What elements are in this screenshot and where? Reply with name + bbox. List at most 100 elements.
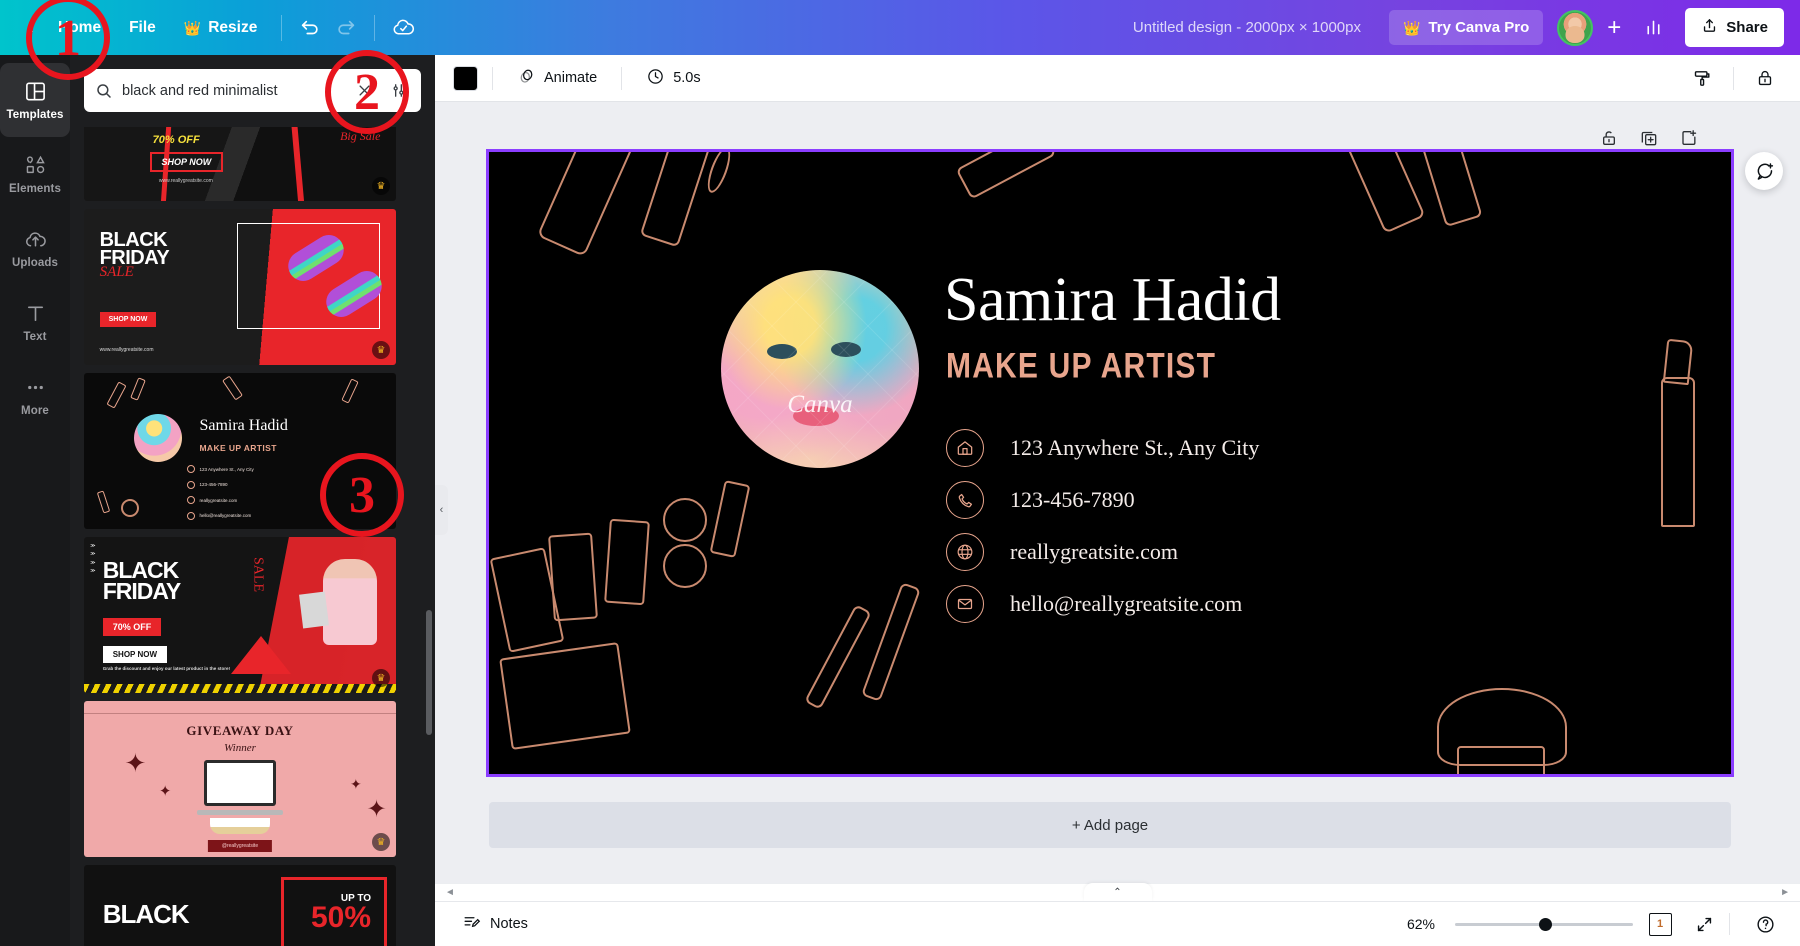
notes-button[interactable]: Notes xyxy=(453,907,537,942)
template-email: hello@reallygreatsite.com xyxy=(199,513,252,519)
decorative-mascara-2 xyxy=(639,152,715,248)
bar-chart-icon[interactable] xyxy=(1635,10,1671,46)
decorative-sparkle-3: ✦ xyxy=(349,775,362,792)
contact-row-website[interactable]: reallygreatsite.com xyxy=(946,526,1259,578)
duplicate-page-icon[interactable] xyxy=(1638,127,1660,149)
sidebar-item-templates[interactable]: Templates xyxy=(0,63,70,137)
template-card-black-friday-slippers[interactable]: BLACK FRIDAY SALE SHOP NOW www.reallygre… xyxy=(84,209,396,365)
phone-icon xyxy=(946,481,984,519)
design-canvas[interactable]: Canva Samira Hadid MAKE UP ARTIST 123 An… xyxy=(486,149,1734,777)
notes-label: Notes xyxy=(490,916,528,932)
duration-label: 5.0s xyxy=(673,70,701,86)
contact-phone: 123-456-7890 xyxy=(1010,487,1135,512)
toolbar-divider xyxy=(492,66,493,90)
sliders-filter-icon[interactable] xyxy=(385,78,411,104)
cloud-saved-icon[interactable] xyxy=(385,10,421,46)
duration-button[interactable]: 5.0s xyxy=(636,61,710,96)
notes-icon xyxy=(462,913,481,936)
decorative-lipstick-right xyxy=(1661,377,1695,527)
zoom-percent: 62% xyxy=(1406,916,1435,932)
decorative-sparkle-4: ✦ xyxy=(366,795,387,823)
chevron-left-icon[interactable]: ◄ xyxy=(441,887,459,898)
templates-grid-icon xyxy=(23,79,47,103)
file-menu-button[interactable]: File xyxy=(115,12,170,44)
template-title-block: BLACK FRIDAY SALE xyxy=(100,230,170,281)
contact-row-email[interactable]: hello@reallygreatsite.com xyxy=(946,578,1259,630)
redo-icon[interactable] xyxy=(328,10,364,46)
template-card-giveaway-day[interactable]: ✦ ✦ ✦ ✦ GIVEAWAY DAY Winner @reallygreat… xyxy=(84,701,396,857)
comment-add-icon[interactable] xyxy=(1745,152,1783,190)
editor-toolbar: Animate 5.0s xyxy=(435,55,1800,102)
clock-icon xyxy=(646,67,665,90)
undo-icon[interactable] xyxy=(292,10,328,46)
sidebar-item-elements[interactable]: Elements xyxy=(0,137,70,211)
design-role[interactable]: MAKE UP ARTIST xyxy=(946,347,1216,387)
decorative-palette-3 xyxy=(604,518,650,606)
pages-icon[interactable]: 1 xyxy=(1643,907,1677,941)
zoom-slider-knob[interactable] xyxy=(1539,918,1552,931)
template-portrait xyxy=(133,413,182,462)
decorative-bag xyxy=(299,591,330,629)
sidebar-item-uploads[interactable]: Uploads xyxy=(0,211,70,285)
document-title[interactable]: Untitled design - 2000px × 1000px xyxy=(1121,12,1373,43)
top-navigation-bar: ‹ Home File 👑 Resize Untitled design - 2… xyxy=(0,0,1800,55)
crown-icon: ♛ xyxy=(372,833,390,851)
add-page-button[interactable]: + Add page xyxy=(489,802,1731,848)
paint-roller-icon[interactable] xyxy=(1685,61,1719,95)
upload-cloud-icon xyxy=(23,227,47,251)
envelope-icon xyxy=(186,511,195,520)
avatar[interactable] xyxy=(1557,9,1594,46)
decorative-brush-handle xyxy=(804,604,872,710)
search-input[interactable] xyxy=(122,82,343,99)
toolbar-divider xyxy=(281,14,283,41)
close-x-icon[interactable] xyxy=(351,78,377,104)
decorative-podium xyxy=(210,818,270,834)
chevron-right-icon[interactable]: ► xyxy=(1776,887,1794,898)
template-card-black-friday-big-sale[interactable]: 70% OFF SHOP NOW www.reallygreatsite.com… xyxy=(84,127,396,201)
template-results-list[interactable]: 70% OFF SHOP NOW www.reallygreatsite.com… xyxy=(70,127,435,946)
sidebar-label-templates: Templates xyxy=(6,109,64,121)
template-percent-block: UP TO 50% xyxy=(311,893,371,933)
add-page-icon[interactable] xyxy=(1678,127,1700,149)
home-menu-button[interactable]: Home xyxy=(44,12,115,44)
try-pro-label: Try Canva Pro xyxy=(1428,19,1530,36)
decorative-base xyxy=(197,810,283,816)
share-button[interactable]: Share xyxy=(1685,8,1784,47)
unlock-icon[interactable] xyxy=(1598,127,1620,149)
page-tools xyxy=(1598,127,1700,149)
zoom-slider[interactable] xyxy=(1455,914,1633,934)
collapse-panel-button[interactable]: ‹ xyxy=(435,485,448,535)
sidebar-item-text[interactable]: Text xyxy=(0,285,70,359)
horizontal-scrollbar[interactable]: ◄ ► ⌃ xyxy=(435,883,1800,901)
decorative-dots: ≫ ≫ ≫ ≫ xyxy=(90,542,96,575)
resize-button[interactable]: 👑 Resize xyxy=(170,12,272,44)
sidebar-item-more[interactable]: More xyxy=(0,359,70,433)
animate-button[interactable]: Animate xyxy=(507,61,607,96)
design-portrait-image[interactable]: Canva xyxy=(721,270,919,468)
contact-row-phone[interactable]: 123-456-7890 xyxy=(946,474,1259,526)
contact-row-address[interactable]: 123 Anywhere St., Any City xyxy=(946,422,1259,474)
template-website: reallygreatsite.com xyxy=(199,497,238,503)
globe-icon xyxy=(186,496,195,505)
canvas-stage[interactable]: Canva Samira Hadid MAKE UP ARTIST 123 An… xyxy=(435,102,1800,946)
plus-icon[interactable]: + xyxy=(1599,13,1629,43)
search-box[interactable] xyxy=(84,69,421,112)
design-brand-name[interactable]: Samira Hadid xyxy=(944,265,1281,336)
crown-icon: 👑 xyxy=(1402,19,1421,36)
chevron-left-icon[interactable]: ‹ xyxy=(18,15,44,41)
search-area xyxy=(70,55,435,120)
template-phone: 123-456-7890 xyxy=(199,482,228,488)
elements-shapes-icon xyxy=(23,153,47,177)
expand-fullscreen-icon[interactable] xyxy=(1687,907,1721,941)
template-card-samira-hadid[interactable]: Samira Hadid MAKE UP ARTIST 123 Anywhere… xyxy=(84,373,396,529)
chevron-up-icon[interactable]: ⌃ xyxy=(1083,883,1152,901)
try-canva-pro-button[interactable]: 👑 Try Canva Pro xyxy=(1388,10,1544,45)
help-question-icon[interactable] xyxy=(1748,907,1782,941)
panel-scrollbar[interactable] xyxy=(426,610,432,735)
page-color-swatch[interactable] xyxy=(453,65,478,91)
decorative-lipstick xyxy=(106,381,127,409)
template-card-black-up-to-50[interactable]: BLACK UP TO 50% xyxy=(84,865,396,946)
template-card-black-friday-shopping[interactable]: ≫ ≫ ≫ ≫ BLACK FRIDAY SALE 70% OFF SHOP NOW … xyxy=(84,537,396,693)
lock-icon[interactable] xyxy=(1748,61,1782,95)
template-title-block: BLACK FRIDAY Big Sale xyxy=(314,127,380,144)
